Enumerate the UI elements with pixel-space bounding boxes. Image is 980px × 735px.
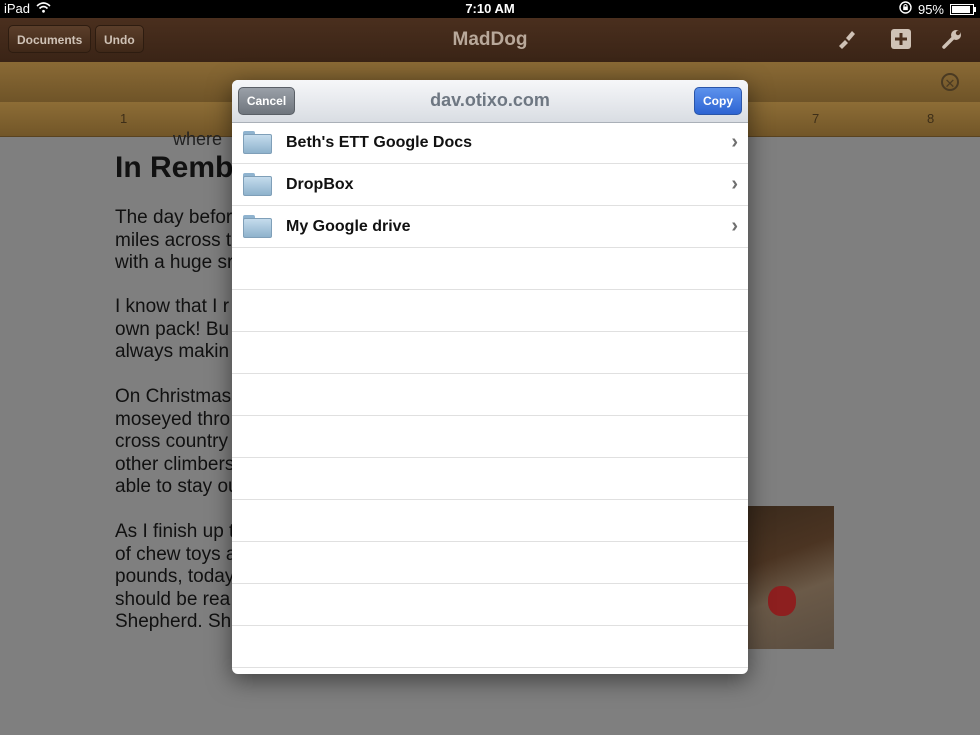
empty-row [232,626,748,668]
folder-icon [243,215,272,238]
empty-row [232,500,748,542]
empty-row [232,458,748,500]
folder-icon [243,131,272,154]
folder-icon [243,173,272,196]
dialog-header: Cancel dav.otixo.com Copy [232,80,748,123]
status-bar: iPad 7:10 AM 95% [0,0,980,18]
wrench-icon[interactable] [940,28,964,52]
brush-icon[interactable] [834,28,858,52]
empty-row [232,332,748,374]
empty-row [232,374,748,416]
partial-text: where [173,129,223,149]
inline-photo[interactable] [748,506,834,649]
rotation-lock-icon [899,1,912,17]
status-time: 7:10 AM [465,1,515,16]
empty-row [232,542,748,584]
chevron-right-icon: › [731,215,738,237]
app-toolbar: Documents Undo MadDog [0,18,980,63]
paragraph: As I finish up t of chew toys a pounds, … [115,521,236,632]
document-title: MadDog [452,29,528,50]
plus-icon[interactable] [889,28,913,52]
folder-row[interactable]: DropBox › [232,164,748,206]
chevron-right-icon: › [731,173,738,195]
chevron-right-icon: › [731,131,738,153]
copy-button[interactable]: Copy [694,87,742,115]
dialog-title: dav.otixo.com [430,90,550,110]
folder-name: Beth's ETT Google Docs [286,134,473,151]
folder-row[interactable]: My Google drive › [232,206,748,248]
folder-list: Beth's ETT Google Docs › DropBox › My Go… [232,122,748,668]
battery-percent: 95% [917,1,944,17]
empty-row [232,584,748,626]
folder-row[interactable]: Beth's ETT Google Docs › [232,122,748,164]
empty-row [232,416,748,458]
empty-row [232,248,748,290]
folder-name: DropBox [286,176,354,193]
ruler-number: 8 [927,111,935,126]
copy-dialog: Cancel dav.otixo.com Copy Beth's ETT Goo… [232,80,748,674]
ruler-number: 1 [120,111,128,126]
ruler-number: 7 [812,111,820,126]
close-icon[interactable]: ✕ [941,73,959,91]
empty-row [232,290,748,332]
battery-icon [950,3,976,15]
folder-name: My Google drive [286,218,411,235]
